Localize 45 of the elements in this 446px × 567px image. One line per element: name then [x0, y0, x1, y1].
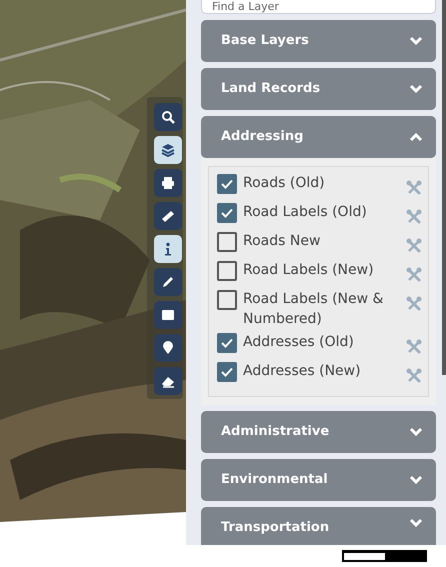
layer-label: Road Labels (New) [243, 261, 375, 280]
map-tool-button[interactable] [154, 136, 182, 164]
layer-label: Roads (Old) [243, 174, 326, 193]
check-icon [221, 367, 233, 377]
chevron-down-icon [409, 36, 423, 46]
search-field[interactable]: Find a Layer [201, 0, 436, 14]
accordion-header[interactable]: Land Records [201, 68, 436, 110]
map-tool-button[interactable] [154, 268, 182, 296]
map-tool-button[interactable] [154, 169, 182, 197]
pencil-icon [161, 275, 175, 289]
check-icon [221, 208, 233, 218]
accordion-header[interactable]: Transportation [201, 507, 436, 545]
map-tool-button[interactable] [154, 235, 182, 263]
chevron-down-icon [409, 518, 423, 528]
map-tool-button[interactable] [154, 103, 182, 131]
chevron-up-icon [409, 132, 423, 142]
checkbox[interactable] [217, 290, 237, 310]
layer-label: Road Labels (New & Numbered) [243, 290, 384, 329]
map-tool-button[interactable] [154, 367, 182, 395]
check-icon [221, 338, 233, 348]
accordion-header[interactable]: Base Layers [201, 20, 436, 62]
map-tool-button[interactable] [154, 334, 182, 362]
layers-icon [161, 143, 175, 157]
accordion-header[interactable]: Environmental [201, 459, 436, 501]
checkbox[interactable] [217, 362, 237, 382]
map-tool-button[interactable] [154, 301, 182, 329]
map-pin-icon [161, 341, 175, 355]
accordion-header[interactable]: Administrative [201, 411, 436, 453]
checkbox[interactable] [217, 174, 237, 194]
map-tool-button[interactable] [154, 202, 182, 230]
chevron-down-icon [409, 475, 423, 485]
accordion-header[interactable]: Addressing [201, 116, 436, 158]
layer-label: Roads New [243, 232, 322, 251]
checkbox[interactable] [217, 333, 237, 353]
layer-label: Road Labels (Old) [243, 203, 368, 222]
check-icon [221, 179, 233, 189]
checkbox[interactable] [217, 203, 237, 223]
layer-label: Addresses (New) [243, 362, 362, 381]
search-icon [161, 110, 175, 124]
checkbox[interactable] [217, 261, 237, 281]
checkbox[interactable] [217, 232, 237, 252]
chevron-down-icon [409, 84, 423, 94]
layer-label: Addresses (Old) [243, 333, 355, 352]
eraser-icon [161, 374, 175, 388]
chevron-down-icon [409, 427, 423, 437]
